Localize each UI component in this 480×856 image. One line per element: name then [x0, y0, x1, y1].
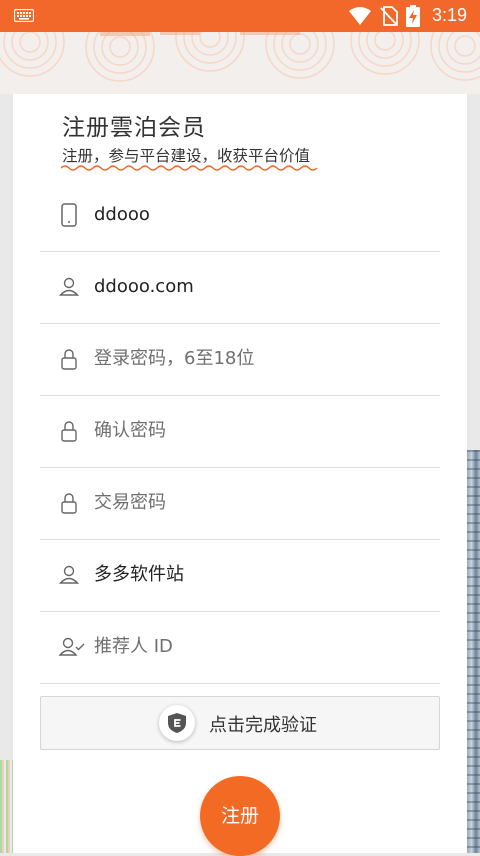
phone-input[interactable]: ddooo: [94, 203, 150, 227]
background-stripes: [0, 760, 13, 853]
background-building: [466, 450, 480, 853]
trade-password-field[interactable]: 交易密码: [40, 467, 440, 540]
shield-icon: [168, 713, 186, 733]
page-subtitle: 注册，参与平台建设，收获平台价值: [62, 147, 311, 165]
nickname-field[interactable]: 多多软件站: [40, 539, 440, 612]
confirm-password-field[interactable]: 确认密码: [40, 395, 440, 468]
confirm-password-input[interactable]: 确认密码: [94, 419, 166, 443]
decorative-header-pattern: [0, 32, 480, 94]
no-sim-icon: [380, 6, 398, 26]
shield-badge: [159, 705, 195, 741]
register-button[interactable]: 注册: [200, 776, 280, 856]
username-field[interactable]: ddooo.com: [40, 251, 440, 324]
page-title: 注册雲泊会员: [62, 115, 206, 141]
user-icon: [59, 277, 79, 296]
username-input[interactable]: ddooo.com: [94, 275, 194, 299]
battery-charging-icon: [406, 5, 420, 27]
lock-icon: [61, 421, 77, 442]
referrer-field[interactable]: 推荐人 ID: [40, 611, 440, 684]
trade-password-input[interactable]: 交易密码: [94, 491, 166, 515]
status-bar: 3:19: [0, 0, 480, 32]
login-password-field[interactable]: 登录密码，6至18位: [40, 323, 440, 396]
user-icon: [59, 565, 79, 584]
phone-icon: [61, 203, 77, 227]
keyboard-icon: [14, 9, 34, 22]
register-card: 注册雲泊会员 注册，参与平台建设，收获平台价值 ddooo ddooo.com …: [13, 94, 467, 856]
verify-label: 点击完成验证: [209, 715, 317, 736]
wavy-underline: [61, 165, 318, 171]
nickname-input[interactable]: 多多软件站: [94, 563, 184, 587]
clock: 3:19: [432, 5, 468, 25]
phone-field[interactable]: ddooo: [40, 179, 440, 252]
lock-icon: [61, 349, 77, 370]
lock-icon: [61, 493, 77, 514]
wifi-icon: [349, 7, 371, 25]
referrer-input[interactable]: 推荐人 ID: [94, 635, 173, 659]
verify-button[interactable]: 点击完成验证: [40, 696, 440, 750]
user-check-icon: [59, 637, 85, 656]
login-password-input[interactable]: 登录密码，6至18位: [94, 347, 254, 371]
